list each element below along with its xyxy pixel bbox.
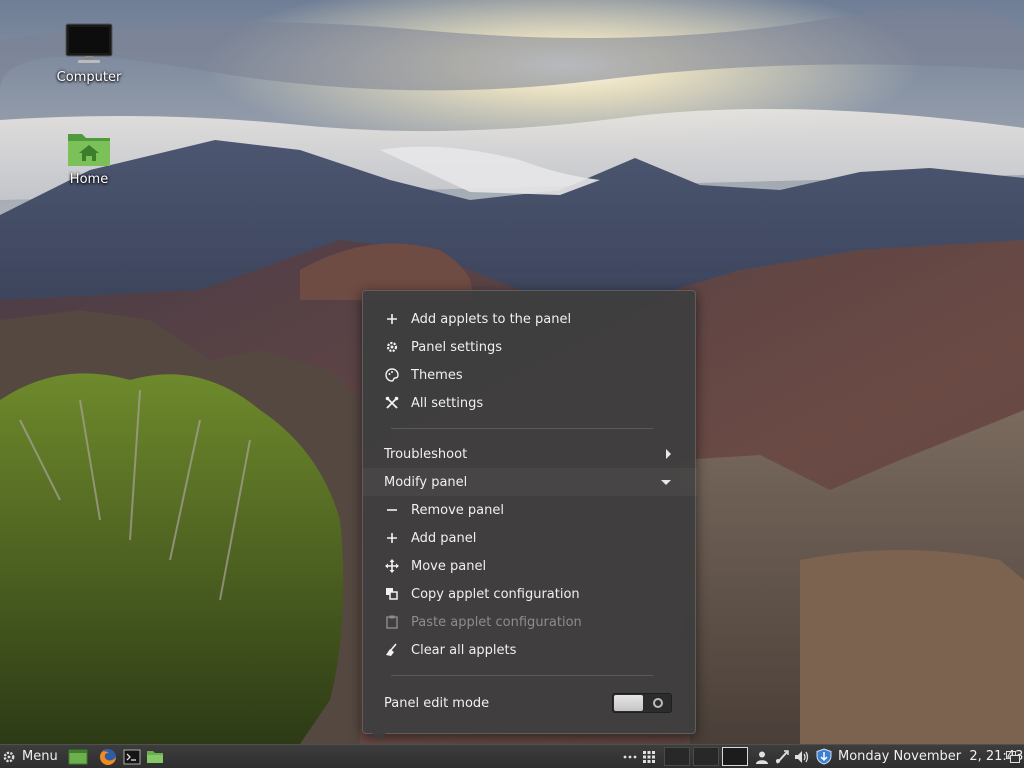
- chevron-down-icon: [661, 479, 671, 485]
- plus-icon: [383, 529, 401, 547]
- copy-icon: [383, 585, 401, 603]
- menu-separator: [391, 428, 653, 429]
- user-applet[interactable]: [753, 745, 771, 768]
- volume-icon: [795, 750, 809, 763]
- overflow-button[interactable]: [622, 745, 638, 768]
- toggle-knob: [614, 695, 643, 711]
- menu-item-label: Remove panel: [411, 502, 504, 518]
- workspace-3[interactable]: [722, 747, 748, 766]
- menu-item-all-settings[interactable]: All settings: [363, 389, 697, 417]
- menu-item-label: Move panel: [411, 558, 487, 574]
- desktop-icon-label: Home: [69, 172, 109, 187]
- network-applet[interactable]: [773, 745, 791, 768]
- network-icon: [776, 749, 789, 764]
- workspace-1[interactable]: [664, 747, 690, 766]
- menu-button-label: Menu: [22, 749, 58, 764]
- windows-list-icon: [1006, 750, 1020, 763]
- toggle-off-icon: [653, 698, 663, 708]
- clock[interactable]: Monday November 2, 21:43: [838, 745, 1023, 768]
- menu-item-add-applets[interactable]: Add applets to the panel: [363, 305, 697, 333]
- menu-item-modify-panel[interactable]: Modify panel: [363, 468, 697, 496]
- home-folder-icon: [68, 134, 110, 166]
- palette-icon: [383, 366, 401, 384]
- launcher-files[interactable]: [144, 745, 166, 768]
- desktop-icon-computer[interactable]: Computer: [49, 22, 129, 85]
- files-icon: [147, 751, 163, 763]
- menu-item-label: Add panel: [411, 530, 477, 546]
- paste-icon: [383, 613, 401, 631]
- edit-mode-toggle[interactable]: [612, 693, 672, 713]
- menu-item-remove-panel[interactable]: Remove panel: [363, 496, 697, 524]
- menu-item-label: All settings: [411, 395, 484, 411]
- monitor-icon: [65, 23, 113, 63]
- menu-item-label: Clear all applets: [411, 642, 517, 658]
- gear-icon: [3, 751, 15, 762]
- menu-item-label: Add applets to the panel: [411, 311, 572, 327]
- user-icon: [756, 751, 768, 764]
- window-list-applet[interactable]: [1004, 745, 1022, 768]
- menu-item-label: Panel edit mode: [384, 695, 490, 711]
- menu-separator: [391, 675, 653, 676]
- grid-icon: [643, 750, 655, 763]
- desktop-icon-home[interactable]: Home: [49, 128, 129, 187]
- menu-item-panel-edit-mode[interactable]: Panel edit mode: [363, 689, 697, 717]
- overflow-dots-icon: [623, 755, 637, 758]
- menu-item-label: Panel settings: [411, 339, 503, 355]
- menu-item-clear-all-applets[interactable]: Clear all applets: [363, 636, 697, 664]
- menu-item-label: Troubleshoot: [384, 446, 468, 462]
- panel-context-menu: Add applets to the panel Panel settings …: [362, 290, 697, 734]
- apps-grid-button[interactable]: [640, 745, 658, 768]
- shield-update-icon: [816, 748, 832, 765]
- minus-icon: [383, 501, 401, 519]
- menu-item-move-panel[interactable]: Move panel: [363, 552, 697, 580]
- workspace-2[interactable]: [693, 747, 719, 766]
- broom-icon: [383, 641, 401, 659]
- terminal-icon: [123, 749, 141, 764]
- show-desktop-icon: [68, 749, 88, 764]
- menu-item-label: Themes: [411, 367, 463, 383]
- gear-icon: [383, 338, 401, 356]
- move-arrows-icon: [383, 557, 401, 575]
- bottom-panel: Menu Monday November 2, 21:43: [0, 744, 1024, 768]
- menu-pointer: [372, 733, 386, 741]
- launcher-show-desktop[interactable]: [66, 745, 90, 768]
- menu-item-copy-applet-config[interactable]: Copy applet configuration: [363, 580, 697, 608]
- launcher-firefox[interactable]: [96, 745, 120, 768]
- update-manager-applet[interactable]: [814, 745, 834, 768]
- launcher-terminal[interactable]: [120, 745, 144, 768]
- menu-item-paste-applet-config[interactable]: Paste applet configuration: [363, 608, 697, 636]
- menu-item-add-panel[interactable]: Add panel: [363, 524, 697, 552]
- tools-icon: [383, 394, 401, 412]
- menu-item-label: Paste applet configuration: [411, 614, 582, 630]
- menu-item-troubleshoot[interactable]: Troubleshoot: [363, 440, 697, 468]
- menu-button[interactable]: Menu: [2, 745, 60, 768]
- firefox-icon: [100, 748, 116, 765]
- desktop-icon-label: Computer: [56, 70, 122, 85]
- menu-item-panel-settings[interactable]: Panel settings: [363, 333, 697, 361]
- menu-item-label: Modify panel: [384, 474, 468, 490]
- chevron-right-icon: [666, 449, 671, 459]
- plus-icon: [383, 310, 401, 328]
- menu-item-label: Copy applet configuration: [411, 586, 580, 602]
- volume-applet[interactable]: [793, 745, 811, 768]
- menu-item-themes[interactable]: Themes: [363, 361, 697, 389]
